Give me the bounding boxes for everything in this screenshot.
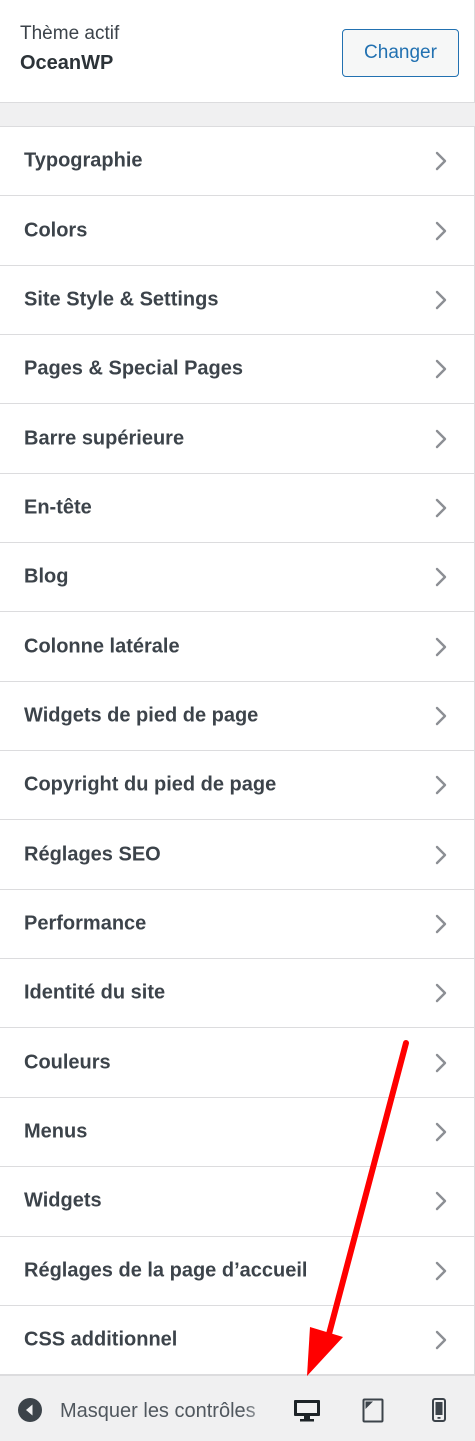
panel-item-label: Couleurs <box>24 1051 111 1074</box>
panel-item-label: Colors <box>24 219 88 242</box>
panel-item-label: Réglages SEO <box>24 843 161 866</box>
chevron-right-icon <box>435 845 447 864</box>
panel-item-label: Blog <box>24 565 69 588</box>
chevron-right-icon <box>435 151 447 171</box>
panel-item[interactable]: Site Style & Settings <box>0 265 475 336</box>
section-spacer <box>0 103 475 127</box>
panel-item[interactable]: Typographie <box>0 127 475 197</box>
mobile-preview-button[interactable] <box>423 1394 455 1426</box>
chevron-right-icon <box>435 360 447 379</box>
customizer-panel-list: Typographie Colors Site Style & Settings Pa… <box>0 126 475 1376</box>
chevron-right-icon <box>435 637 447 656</box>
chevron-right-icon <box>435 776 447 795</box>
chevron-right-icon <box>435 1330 447 1350</box>
active-theme-label: Thème actif <box>20 23 120 44</box>
panel-item-label: Colonne latérale <box>24 635 180 658</box>
active-theme-name: OceanWP <box>20 52 114 74</box>
chevron-right-icon <box>435 290 447 310</box>
panel-item-label: Identité du site <box>24 981 166 1004</box>
change-theme-button[interactable]: Changer <box>342 29 459 77</box>
panel-item-label: Typographie <box>24 149 143 172</box>
collapse-controls-label[interactable]: Masquer les contrôles <box>60 1400 275 1423</box>
panel-item-label: Réglages de la page d’accueil <box>24 1259 308 1282</box>
chevron-right-icon <box>435 1122 447 1142</box>
panel-item-label: Performance <box>24 912 147 935</box>
panel-item[interactable]: Menus <box>0 1097 475 1168</box>
panel-item[interactable]: Réglages de la page d’accueil <box>0 1236 475 1306</box>
panel-item[interactable]: Colors <box>0 196 475 266</box>
panel-item-label: CSS additionnel <box>24 1328 178 1351</box>
panel-item-label: En-tête <box>24 496 92 519</box>
chevron-right-icon <box>435 1192 447 1211</box>
panel-item[interactable]: Performance <box>0 889 475 960</box>
panel-item[interactable]: Widgets de pied de page <box>0 681 475 752</box>
panel-item-label: Widgets <box>24 1189 102 1212</box>
panel-item[interactable]: Blog <box>0 543 475 613</box>
chevron-right-icon <box>435 914 447 934</box>
chevron-right-icon <box>435 429 447 448</box>
panel-item-label: Widgets de pied de page <box>24 704 259 727</box>
panel-item-label: Menus <box>24 1120 88 1143</box>
panel-item-label: Barre supérieure <box>24 427 185 450</box>
panel-item[interactable]: Barre supérieure <box>0 404 475 474</box>
panel-item[interactable]: Copyright du pied de page <box>0 751 475 821</box>
collapse-sidebar-icon[interactable] <box>17 1397 43 1423</box>
chevron-right-icon <box>435 568 447 587</box>
chevron-right-icon <box>435 1053 447 1072</box>
panel-item[interactable]: En-tête <box>0 473 475 544</box>
panel-item-label: Site Style & Settings <box>24 288 219 311</box>
panel-item[interactable]: Widgets <box>0 1167 475 1237</box>
panel-item[interactable]: Colonne latérale <box>0 612 475 682</box>
panel-item[interactable]: Réglages SEO <box>0 820 475 890</box>
desktop-preview-button[interactable] <box>291 1394 323 1426</box>
panel-item[interactable]: Couleurs <box>0 1028 475 1098</box>
tablet-preview-button[interactable] <box>357 1394 389 1426</box>
panel-item[interactable]: CSS additionnel <box>0 1305 475 1376</box>
active-theme-section: Thème actif OceanWP Changer <box>0 0 475 103</box>
chevron-right-icon <box>435 221 447 240</box>
customizer-footer: Masquer les contrôles <box>0 1375 475 1441</box>
panel-item-label: Copyright du pied de page <box>24 773 277 796</box>
panel-item-label: Pages & Special Pages <box>24 357 244 380</box>
panel-item[interactable]: Identité du site <box>0 959 475 1029</box>
chevron-right-icon <box>435 1261 447 1280</box>
chevron-right-icon <box>435 984 447 1003</box>
panel-item[interactable]: Pages & Special Pages <box>0 335 475 405</box>
chevron-right-icon <box>435 498 447 518</box>
chevron-right-icon <box>435 706 447 726</box>
